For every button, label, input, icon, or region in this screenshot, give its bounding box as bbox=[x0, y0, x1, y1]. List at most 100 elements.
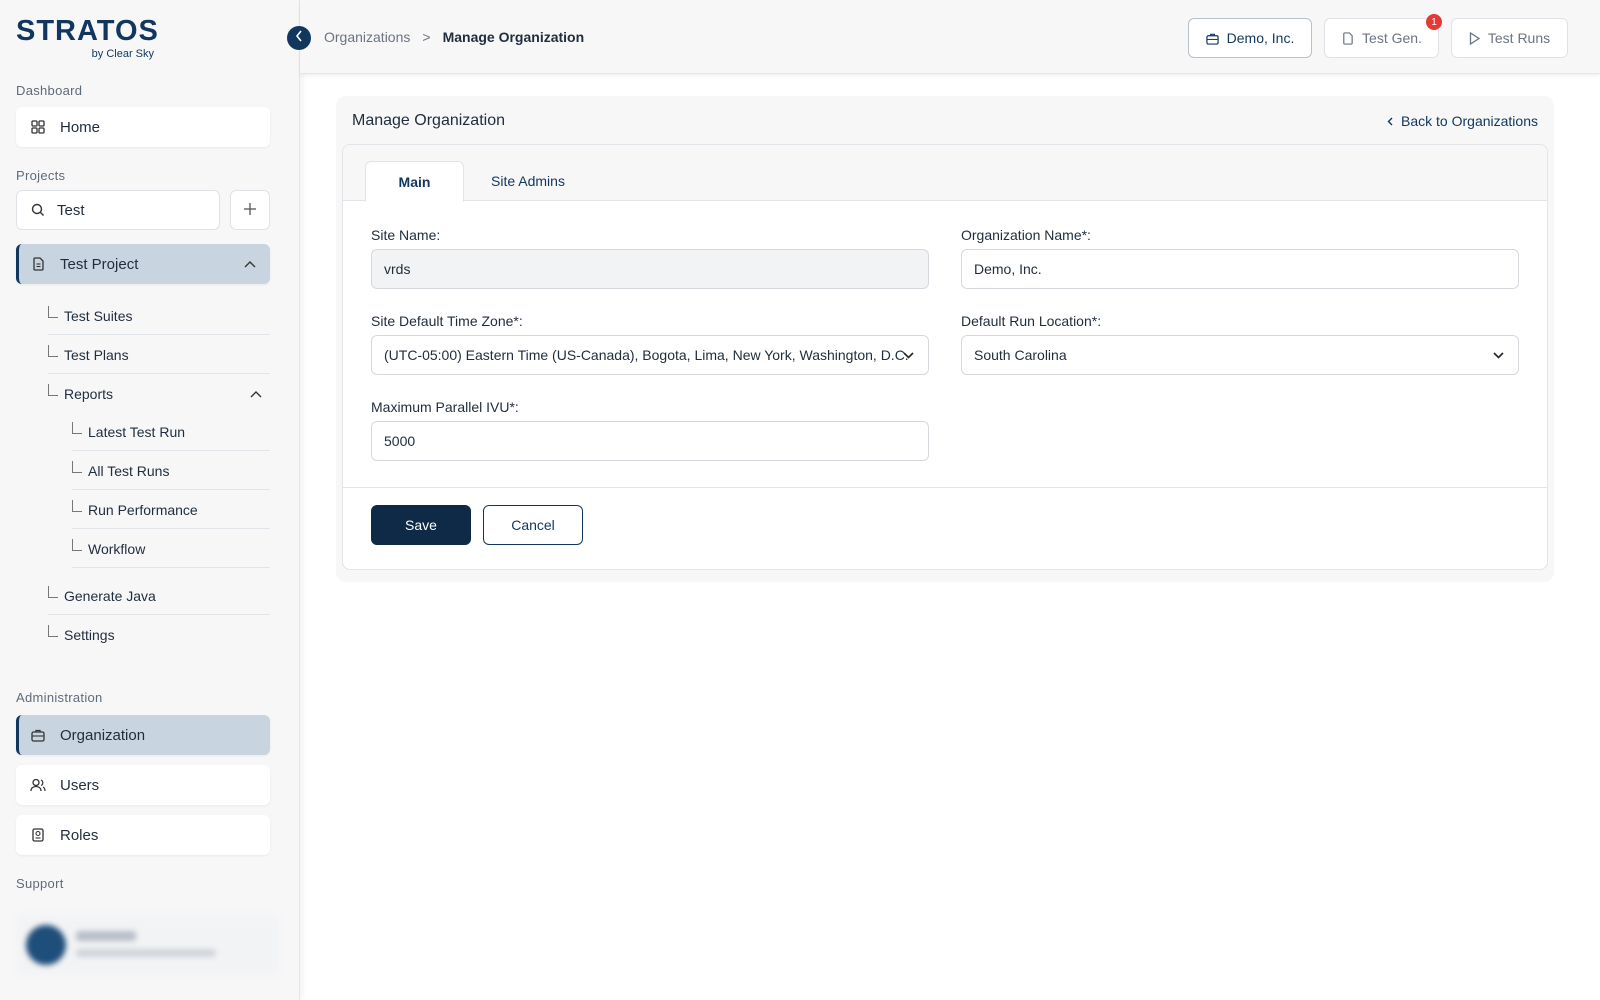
tree-item-test-suites[interactable]: Test Suites bbox=[48, 297, 270, 335]
stratos-logo[interactable]: STRATOS by Clear Sky bbox=[16, 14, 158, 62]
add-project-button[interactable] bbox=[230, 190, 270, 230]
tree-item-all-test-runs[interactable]: All Test Runs bbox=[72, 452, 270, 490]
logo-tagline: by Clear Sky bbox=[91, 48, 154, 60]
test-runs-label: Test Runs bbox=[1487, 30, 1551, 46]
section-projects-label: Projects bbox=[16, 168, 66, 183]
site-name-field: vrds bbox=[371, 249, 929, 289]
sidebar-item-label: Roles bbox=[60, 826, 99, 844]
organization-switcher-button[interactable]: Demo, Inc. bbox=[1188, 18, 1312, 58]
section-support-label: Support bbox=[16, 876, 64, 891]
tree-item-label: Settings bbox=[64, 627, 115, 643]
timezone-label: Site Default Time Zone*: bbox=[371, 313, 523, 329]
id-badge-icon bbox=[30, 827, 46, 843]
grid-icon bbox=[30, 119, 46, 135]
breadcrumb-current: Manage Organization bbox=[442, 29, 585, 45]
tree-elbow-icon bbox=[72, 538, 82, 551]
tree-item-run-performance[interactable]: Run Performance bbox=[72, 491, 270, 529]
avatar bbox=[26, 925, 66, 965]
search-icon bbox=[31, 203, 45, 217]
project-search-input[interactable]: Test bbox=[16, 190, 220, 230]
form-divider bbox=[343, 487, 1547, 488]
tree-item-label: Workflow bbox=[88, 540, 146, 557]
sidebar-item-label: Home bbox=[60, 118, 101, 136]
briefcase-icon bbox=[1205, 32, 1219, 45]
tree-item-latest-test-run[interactable]: Latest Test Run bbox=[72, 413, 270, 451]
page-title: Manage Organization bbox=[352, 112, 505, 129]
section-administration-label: Administration bbox=[16, 690, 103, 705]
chevron-up-icon[interactable] bbox=[244, 260, 256, 268]
plus-icon bbox=[243, 199, 257, 222]
search-value: Test bbox=[57, 201, 85, 219]
user-email-blurred bbox=[76, 949, 216, 957]
back-link-label: Back to Organizations bbox=[1401, 113, 1538, 129]
collapse-sidebar-button[interactable] bbox=[287, 26, 311, 50]
tree-item-label: All Test Runs bbox=[88, 462, 170, 479]
sidebar-item-users[interactable]: Users bbox=[16, 765, 270, 805]
tree-elbow-icon bbox=[48, 344, 58, 357]
sidebar-item-label: Organization bbox=[60, 726, 146, 744]
tree-elbow-icon bbox=[48, 305, 58, 318]
test-runs-button[interactable]: Test Runs bbox=[1451, 18, 1568, 58]
user-name-blurred bbox=[76, 931, 136, 941]
site-name-label: Site Name: bbox=[371, 227, 441, 243]
tree-item-label: Generate Java bbox=[64, 587, 156, 604]
tab-bar: Main Site Admins bbox=[343, 145, 1547, 202]
breadcrumb: Organizations > Manage Organization bbox=[324, 29, 584, 45]
play-icon bbox=[1469, 31, 1480, 45]
timezone-select[interactable]: (UTC-05:00) Eastern Time (US-Canada), Bo… bbox=[371, 335, 929, 375]
run-location-select[interactable]: South Carolina bbox=[961, 335, 1519, 375]
tab-main[interactable]: Main bbox=[365, 161, 464, 202]
tree-elbow-icon bbox=[48, 625, 58, 637]
org-button-label: Demo, Inc. bbox=[1226, 30, 1295, 46]
sidebar-item-label: Test Project bbox=[60, 255, 139, 273]
tab-site-admins[interactable]: Site Admins bbox=[473, 161, 583, 201]
sidebar: STRATOS by Clear Sky Dashboard Home Proj… bbox=[0, 0, 300, 1000]
sidebar-item-roles[interactable]: Roles bbox=[16, 815, 270, 855]
tree-item-reports[interactable]: Reports bbox=[48, 375, 270, 413]
sidebar-item-organization[interactable]: Organization bbox=[16, 715, 270, 755]
users-icon bbox=[30, 777, 46, 793]
manage-organization-panel: Manage Organization Back to Organization… bbox=[336, 96, 1554, 582]
tree-item-label: Reports bbox=[64, 386, 114, 402]
timezone-value: (UTC-05:00) Eastern Time (US-Canada), Bo… bbox=[384, 347, 909, 363]
site-name-value: vrds bbox=[384, 261, 411, 277]
document-icon bbox=[30, 256, 46, 272]
max-ivu-field[interactable]: 5000 bbox=[371, 421, 929, 461]
org-name-value: Demo, Inc. bbox=[974, 261, 1042, 277]
org-name-field[interactable]: Demo, Inc. bbox=[961, 249, 1519, 289]
run-location-label: Default Run Location*: bbox=[961, 313, 1102, 329]
breadcrumb-organizations[interactable]: Organizations bbox=[324, 29, 410, 45]
tree-elbow-icon bbox=[72, 499, 82, 512]
sidebar-item-label: Users bbox=[60, 776, 100, 794]
back-to-organizations-link[interactable]: Back to Organizations bbox=[1387, 113, 1538, 129]
sidebar-item-test-project[interactable]: Test Project bbox=[16, 244, 270, 284]
tree-elbow-icon bbox=[48, 384, 58, 396]
chevron-down-icon bbox=[903, 351, 914, 359]
chevron-up-icon[interactable] bbox=[250, 390, 262, 398]
form-card: Main Site Admins Site Name: vrds Organiz… bbox=[342, 144, 1548, 570]
tree-elbow-icon bbox=[72, 421, 82, 434]
save-button[interactable]: Save bbox=[371, 505, 471, 545]
notification-badge: 1 bbox=[1426, 14, 1442, 30]
tree-item-workflow[interactable]: Workflow bbox=[72, 530, 270, 568]
chevron-down-icon bbox=[1493, 351, 1504, 359]
tree-item-settings[interactable]: Settings bbox=[48, 616, 270, 654]
document-icon bbox=[1341, 31, 1354, 45]
org-name-label: Organization Name*: bbox=[961, 227, 1091, 243]
user-profile-card[interactable] bbox=[16, 915, 278, 975]
tree-item-label: Test Suites bbox=[64, 307, 133, 324]
test-gen-button[interactable]: Test Gen. 1 bbox=[1324, 14, 1442, 58]
tree-item-generate-java[interactable]: Generate Java bbox=[48, 577, 270, 615]
tree-item-test-plans[interactable]: Test Plans bbox=[48, 336, 270, 374]
chevron-left-icon bbox=[295, 29, 303, 47]
breadcrumb-separator: > bbox=[422, 29, 431, 45]
tree-item-label: Run Performance bbox=[88, 501, 198, 518]
sidebar-item-home[interactable]: Home bbox=[16, 107, 270, 147]
max-ivu-label: Maximum Parallel IVU*: bbox=[371, 399, 519, 415]
chevron-left-icon bbox=[1387, 117, 1393, 126]
max-ivu-value: 5000 bbox=[384, 433, 416, 449]
tree-elbow-icon bbox=[72, 460, 82, 473]
section-dashboard-label: Dashboard bbox=[16, 83, 83, 98]
cancel-button[interactable]: Cancel bbox=[483, 505, 583, 545]
tree-elbow-icon bbox=[48, 585, 58, 598]
